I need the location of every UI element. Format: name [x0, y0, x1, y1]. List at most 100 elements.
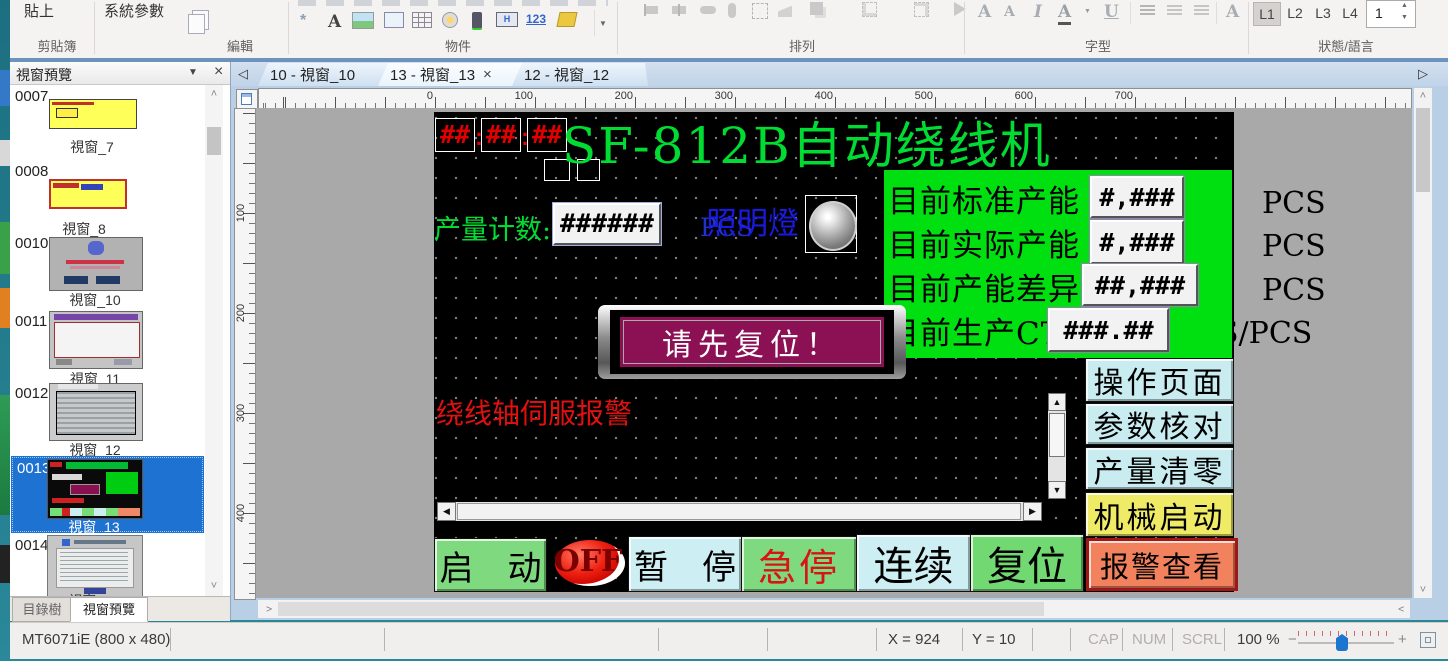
window-thumbnail-0012[interactable]: [49, 383, 143, 441]
window-thumbnail-0011[interactable]: [49, 311, 143, 369]
align-text-center-icon[interactable]: [1167, 5, 1182, 17]
window-thumbnail-0014[interactable]: [47, 535, 143, 597]
scroll-right-icon[interactable]: ▶: [1023, 502, 1042, 521]
directory-tree-tab[interactable]: 目錄樹: [12, 597, 72, 622]
scroll-thumb[interactable]: [457, 503, 1021, 520]
screen-title[interactable]: SF-812B自动绕线机: [562, 108, 1242, 178]
cube-icon[interactable]: [556, 12, 577, 27]
burst-icon[interactable]: *: [300, 12, 306, 30]
align-text-right-icon[interactable]: [1194, 5, 1209, 17]
traffic-light-icon[interactable]: [472, 12, 482, 30]
production-row-label[interactable]: 目前生产CT: [888, 308, 1062, 353]
scroll-down-icon[interactable]: ˅: [1414, 582, 1432, 598]
tab-close-icon[interactable]: ×: [483, 66, 492, 83]
window-caption[interactable]: 視窗_8: [41, 219, 127, 239]
window-caption[interactable]: 視窗_7: [49, 137, 135, 157]
objects-more-icon[interactable]: ▼: [594, 10, 611, 36]
tab-window-12[interactable]: 12 - 視窗_12: [512, 63, 648, 86]
tab-window-13[interactable]: 13 - 視窗_13 ×: [378, 63, 534, 86]
paste-button[interactable]: 貼上: [24, 0, 54, 21]
nav-button-parameter-check[interactable]: 参数核对: [1085, 403, 1234, 445]
zoom-slider[interactable]: [1298, 642, 1394, 644]
counter-label[interactable]: 产量计数:: [434, 208, 551, 247]
control-button-pause[interactable]: 暂 停: [628, 536, 742, 592]
window-thumbnail-0010[interactable]: [49, 237, 143, 291]
alarm-vscrollbar[interactable]: ▲ ▼: [1048, 393, 1066, 499]
scroll-up-icon[interactable]: ˄: [1414, 88, 1432, 104]
zoom-out-icon[interactable]: −: [1288, 631, 1297, 648]
window-thumbnail-0007[interactable]: [49, 99, 137, 129]
rectangle-icon[interactable]: [384, 12, 404, 28]
italic-icon[interactable]: I: [1034, 2, 1042, 22]
hmi-screen[interactable]: ## : ## : ## SF-812B自动绕线机 产量计数: ###### P…: [434, 112, 1234, 592]
scroll-up-icon[interactable]: ▲: [1048, 393, 1066, 411]
control-button-estop[interactable]: 急停: [741, 536, 857, 592]
underline-icon[interactable]: U: [1104, 2, 1119, 22]
scroll-down-icon[interactable]: ▼: [1048, 481, 1066, 499]
language-l4-button[interactable]: L4: [1337, 2, 1363, 24]
system-params-button[interactable]: 系統參數: [104, 0, 164, 21]
text-tool-icon[interactable]: A: [328, 12, 341, 32]
lamp-knob[interactable]: [805, 195, 857, 253]
clock-segment[interactable]: ##: [527, 118, 567, 152]
panel-scrollbar[interactable]: ˄ ˅: [205, 85, 223, 597]
font-color-dropdown-icon[interactable]: ▼: [1084, 8, 1091, 15]
copy-icon[interactable]: [188, 14, 205, 34]
fit-screen-icon[interactable]: [1420, 632, 1436, 648]
alarm-text[interactable]: 绕线轴伺服报警: [436, 392, 632, 432]
scroll-right-icon[interactable]: ˅: [1391, 601, 1409, 617]
scroll-up-icon[interactable]: ˄: [205, 87, 223, 101]
control-button-start[interactable]: 启 动: [434, 538, 547, 592]
spinner-down-icon[interactable]: ▼: [1401, 14, 1408, 21]
editor-vscrollbar[interactable]: ˄ ˅: [1414, 88, 1432, 598]
control-button-continue[interactable]: 连续: [856, 534, 971, 592]
tab-scroll-left-icon[interactable]: ◁: [238, 66, 248, 82]
production-field[interactable]: ###.##: [1048, 308, 1169, 352]
unit-label[interactable]: PCS: [1262, 229, 1326, 264]
editor-hscrollbar[interactable]: ˄ ˅: [258, 600, 1410, 618]
workspace[interactable]: PCS PCS PCS S/PCS ## : ## : ## SF-812B自动…: [256, 108, 1412, 598]
numeric-object-icon[interactable]: 123: [526, 12, 546, 26]
state-spinner[interactable]: 1 ▲ ▼: [1366, 0, 1416, 28]
tab-scroll-right-icon[interactable]: ▷: [1418, 66, 1428, 82]
lamp-object-icon[interactable]: [442, 12, 458, 28]
meter-icon[interactable]: H: [496, 12, 518, 27]
spinner-up-icon[interactable]: ▲: [1401, 2, 1408, 9]
production-row-label[interactable]: 目前标准产能: [888, 176, 1080, 221]
nav-button-alarm-view[interactable]: 报警查看: [1086, 538, 1238, 591]
layer-front-icon[interactable]: [862, 2, 877, 17]
unit-label[interactable]: PCS: [1262, 273, 1326, 308]
language-l1-button[interactable]: L1: [1253, 2, 1281, 26]
scroll-thumb[interactable]: [1416, 108, 1430, 192]
window-thumbnail-0008[interactable]: [49, 179, 127, 209]
group-objects-icon[interactable]: [810, 2, 823, 15]
scroll-thumb[interactable]: [207, 127, 221, 155]
unit-label[interactable]: PCS: [1262, 186, 1326, 221]
scroll-down-icon[interactable]: ˅: [205, 579, 223, 593]
lamp-indicator[interactable]: OFF: [547, 536, 629, 590]
nav-button-operation-page[interactable]: 操作页面: [1085, 358, 1234, 402]
production-row-label[interactable]: 目前实际产能: [888, 220, 1080, 265]
production-field[interactable]: #,###: [1090, 220, 1184, 264]
production-field[interactable]: ##,###: [1082, 264, 1198, 306]
clear-format-icon[interactable]: A: [1226, 2, 1239, 22]
counter-field[interactable]: ######: [553, 203, 661, 245]
lamp-label[interactable]: 照明燈: [706, 198, 799, 243]
marquee-display[interactable]: 请先复位！: [598, 305, 906, 379]
window-preview-tab[interactable]: 視窗預覽: [70, 597, 148, 622]
layer-back-icon[interactable]: [914, 2, 929, 17]
tab-window-10[interactable]: 10 - 視窗_10: [258, 63, 400, 86]
production-row-label[interactable]: 目前产能差异: [888, 264, 1080, 309]
production-field[interactable]: #,###: [1090, 176, 1184, 218]
nav-button-clear-output[interactable]: 产量清零: [1085, 447, 1234, 490]
scroll-left-icon[interactable]: ˄: [259, 601, 277, 617]
language-l3-button[interactable]: L3: [1310, 2, 1336, 24]
zoom-in-icon[interactable]: +: [1398, 631, 1407, 648]
panel-close-icon[interactable]: ×: [214, 63, 223, 81]
picture-icon[interactable]: [352, 12, 374, 29]
font-enlarge-icon[interactable]: A: [978, 2, 991, 22]
nav-button-machine-start[interactable]: 机械启动: [1085, 492, 1234, 537]
grid-icon[interactable]: [412, 12, 432, 28]
align-center-icon[interactable]: [672, 4, 686, 16]
font-shrink-icon[interactable]: A: [1004, 4, 1015, 20]
